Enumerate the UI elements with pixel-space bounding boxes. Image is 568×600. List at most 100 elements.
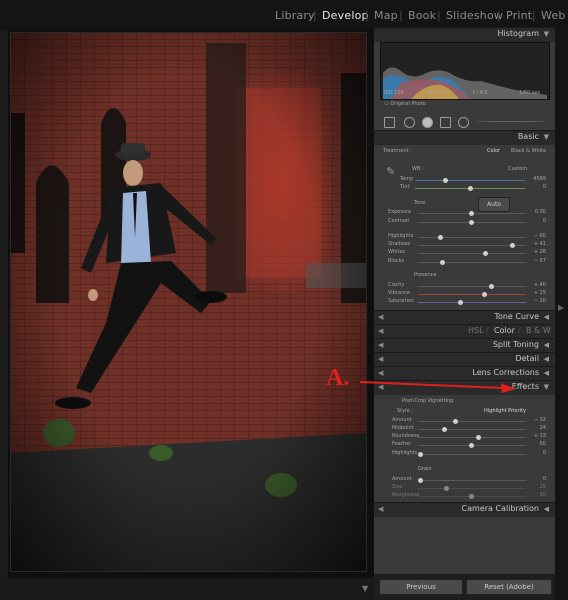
vibrance-value[interactable]: + 25 (516, 290, 546, 296)
module-library[interactable]: Library (275, 9, 315, 22)
spot-removal-icon[interactable] (404, 117, 415, 128)
collapse-arrow-icon: ▼ (543, 133, 549, 141)
module-web[interactable]: Web (541, 9, 566, 22)
vibrance-slider[interactable] (418, 292, 526, 297)
bw-tab[interactable]: B & W (526, 326, 551, 335)
grain-size-knob[interactable] (444, 486, 449, 491)
wb-value[interactable]: Custom (508, 166, 527, 172)
split-toning-header[interactable]: ◀ Split Toning ◀ (374, 338, 555, 353)
module-slideshow[interactable]: Slideshow (446, 9, 503, 22)
auto-tone-button[interactable]: Auto (478, 197, 510, 212)
module-book[interactable]: Book (408, 9, 436, 22)
saturation-value[interactable]: − 20 (516, 298, 546, 304)
photo-canvas[interactable] (10, 32, 367, 572)
brush-slider-track[interactable] (476, 121, 546, 122)
module-map[interactable]: Map (374, 9, 398, 22)
red-eye-icon[interactable] (422, 117, 433, 128)
vignette-highlights-knob[interactable] (418, 452, 423, 457)
contrast-knob[interactable] (469, 220, 474, 225)
contrast-label: Contrast (388, 218, 410, 224)
graduated-filter-icon[interactable] (440, 117, 451, 128)
basic-header[interactable]: Basic ▼ (374, 130, 555, 145)
vignette-amount-value[interactable]: − 32 (516, 417, 546, 423)
grain-roughness-label: Roughness (392, 492, 420, 498)
detail-header[interactable]: ◀ Detail ◀ (374, 352, 555, 367)
shadows-knob[interactable] (510, 243, 515, 248)
blacks-value[interactable]: − 57 (516, 258, 546, 264)
temp-knob[interactable] (443, 178, 448, 183)
clarity-knob[interactable] (489, 284, 494, 289)
temp-slider[interactable] (415, 178, 525, 183)
color-tab[interactable]: Color (494, 326, 515, 335)
hsl-tab[interactable]: HSL (468, 326, 484, 335)
camera-calibration-title: Camera Calibration (461, 504, 539, 513)
vignette-amount-slider[interactable] (418, 419, 526, 424)
exposure-knob[interactable] (469, 211, 474, 216)
hsl-header[interactable]: ◀ HSL / Color / B & W (374, 324, 555, 339)
vignette-feather-slider[interactable] (418, 443, 526, 448)
shadows-value[interactable]: + 41 (516, 241, 546, 247)
grain-roughness-knob[interactable] (469, 494, 474, 499)
vignette-amount-knob[interactable] (453, 419, 458, 424)
tint-slider[interactable] (415, 186, 525, 191)
temp-value[interactable]: 4569 (516, 176, 546, 182)
white-balance-picker-icon[interactable]: ✎ (386, 165, 395, 178)
exposure-slider[interactable] (418, 211, 526, 216)
previous-button[interactable]: Previous (379, 579, 463, 595)
histogram-header[interactable]: Histogram ▼ (374, 27, 555, 42)
highlights-value[interactable]: − 60 (516, 233, 546, 239)
grain-amount-value[interactable]: 0 (516, 476, 546, 482)
vignette-roundness-slider[interactable] (418, 435, 526, 440)
radial-filter-icon[interactable] (458, 117, 469, 128)
panel-collapse-icon[interactable]: ▶ (558, 303, 564, 312)
vignette-roundness-value[interactable]: + 13 (516, 433, 546, 439)
whites-knob[interactable] (483, 251, 488, 256)
blacks-slider[interactable] (418, 260, 526, 265)
saturation-knob[interactable] (458, 300, 463, 305)
reset-button[interactable]: Reset (Adobe) (466, 579, 552, 595)
camera-calibration-header[interactable]: ◀ Camera Calibration ◀ (374, 502, 555, 517)
crop-tool-icon[interactable] (384, 117, 395, 128)
tint-label: Tint (400, 184, 410, 190)
highlights-slider[interactable] (418, 235, 526, 240)
vignette-highlights-slider[interactable] (418, 452, 526, 457)
grain-roughness-slider[interactable] (418, 494, 526, 499)
vignette-roundness-knob[interactable] (476, 435, 481, 440)
toolbar-toggle-icon[interactable]: ▼ (362, 584, 368, 593)
treatment-color[interactable]: Color (487, 148, 500, 154)
treatment-bw[interactable]: Black & White (511, 148, 546, 154)
contrast-slider[interactable] (418, 220, 526, 225)
highlights-knob[interactable] (438, 235, 443, 240)
grain-amount-slider[interactable] (418, 478, 526, 483)
saturation-slider[interactable] (418, 300, 526, 305)
vignette-midpoint-slider[interactable] (418, 427, 526, 432)
vignette-midpoint-value[interactable]: 24 (516, 425, 546, 431)
grain-amount-knob[interactable] (418, 478, 423, 483)
tint-knob[interactable] (468, 186, 473, 191)
blacks-knob[interactable] (440, 260, 445, 265)
tint-value[interactable]: 0 (516, 184, 546, 190)
vignette-feather-knob[interactable] (469, 443, 474, 448)
left-panel-collapsed[interactable] (0, 30, 8, 578)
vibrance-knob[interactable] (482, 292, 487, 297)
original-photo-checkbox[interactable]: ▭ Original Photo (384, 101, 426, 107)
grain-size-value[interactable]: 25 (516, 484, 546, 490)
shadows-slider[interactable] (418, 243, 526, 248)
vignette-midpoint-knob[interactable] (442, 427, 447, 432)
blacks-label: Blacks (388, 258, 405, 264)
grain-roughness-value[interactable]: 50 (516, 492, 546, 498)
tone-curve-header[interactable]: ◀ Tone Curve ◀ (374, 310, 555, 325)
grain-size-slider[interactable] (418, 486, 526, 491)
whites-slider[interactable] (418, 251, 526, 256)
vignette-highlights-value[interactable]: 0 (516, 450, 546, 456)
module-print[interactable]: Print (506, 9, 532, 22)
exposure-value[interactable]: 0.00 (516, 209, 546, 215)
clarity-slider[interactable] (418, 284, 526, 289)
vignette-style-select[interactable]: Highlight Priority (484, 408, 526, 414)
contrast-value[interactable]: 0 (516, 218, 546, 224)
vignette-feather-value[interactable]: 50 (516, 441, 546, 447)
module-develop[interactable]: Develop (322, 9, 369, 22)
whites-value[interactable]: + 26 (516, 249, 546, 255)
vibrance-label: Vibrance (388, 290, 410, 296)
clarity-value[interactable]: + 40 (516, 282, 546, 288)
